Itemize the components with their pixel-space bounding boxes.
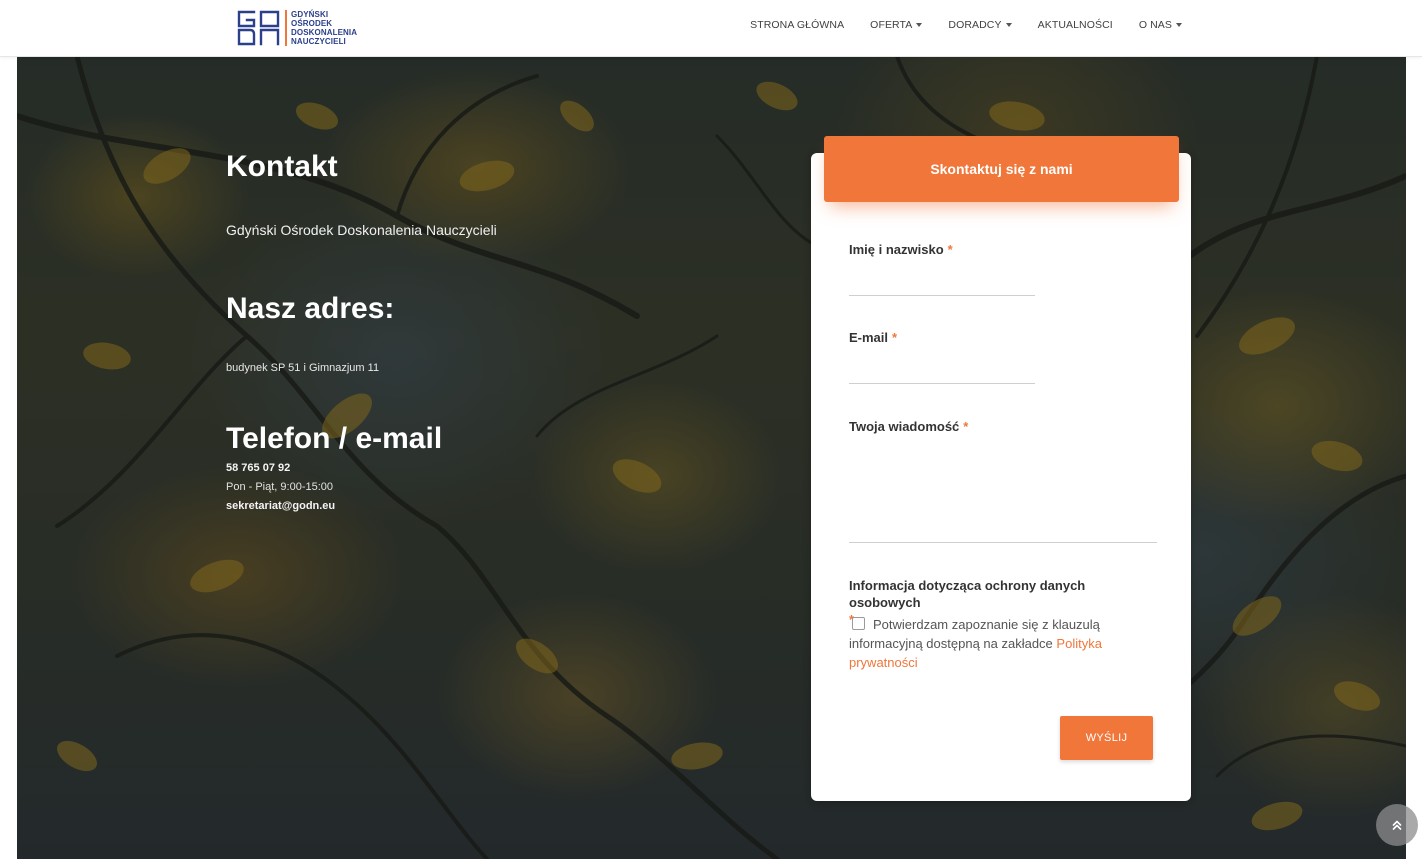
name-label-text: Imię i nazwisko: [849, 242, 944, 257]
required-marker: *: [963, 419, 969, 434]
message-textarea[interactable]: [849, 452, 1157, 543]
logo-line-1: GDYŃSKI: [291, 10, 329, 19]
logo-wordmark: GDYŃSKI OŚRODEK DOSKONALENIA NAUCZYCIELI: [291, 10, 357, 46]
nav-item-label: DORADCY: [948, 19, 1002, 31]
logo-line-4: NAUCZYCIELI: [291, 37, 346, 46]
consent-checkbox[interactable]: [852, 617, 865, 630]
page-title: Kontakt: [226, 150, 338, 183]
caret-down-icon: [916, 23, 923, 27]
address-line: budynek SP 51 i Gimnazjum 11: [226, 362, 380, 374]
privacy-consent: Potwierdzam zapoznanie się z klauzulą in…: [849, 615, 1149, 672]
double-chevron-up-icon: [1392, 820, 1402, 830]
main-menu: STRONA GŁÓWNA OFERTA DORADCY AKTUALNOŚCI…: [724, 19, 1182, 31]
nav-item-about[interactable]: O NAS: [1139, 19, 1182, 31]
message-label-text: Twoja wiadomość: [849, 419, 960, 434]
nav-item-news[interactable]: AKTUALNOŚCI: [1038, 19, 1113, 31]
nav-item-label: OFERTA: [870, 19, 913, 31]
nav-item-label: AKTUALNOŚCI: [1037, 19, 1113, 31]
submit-button[interactable]: WYŚLIJ: [1060, 716, 1153, 760]
scroll-to-top-button[interactable]: [1376, 804, 1418, 846]
email-field-label: E-mail *: [849, 330, 897, 345]
opening-hours: Pon - Piąt, 9:00-15:00: [226, 481, 334, 493]
logo-line-2: OŚRODEK: [291, 19, 333, 28]
nav-item-home[interactable]: STRONA GŁÓWNA: [750, 19, 844, 31]
caret-down-icon: [1176, 23, 1182, 27]
name-input[interactable]: [849, 267, 1035, 296]
address-heading: Nasz adres:: [226, 292, 395, 325]
email-label-text: E-mail: [849, 330, 889, 345]
top-navbar: GDYŃSKI OŚRODEK DOSKONALENIA NAUCZYCIELI…: [0, 0, 1422, 57]
phone-email-heading: Telefon / e-mail: [226, 422, 443, 455]
required-marker: *: [947, 242, 953, 257]
name-field-label: Imię i nazwisko *: [849, 242, 953, 257]
godn-monogram-icon: [237, 10, 280, 46]
nav-item-advisors[interactable]: DORADCY: [948, 19, 1012, 31]
contact-form-title: Skontaktuj się z nami: [824, 136, 1179, 202]
nav-item-label: O NAS: [1138, 19, 1172, 31]
logo-divider: [285, 10, 287, 46]
site-logo[interactable]: GDYŃSKI OŚRODEK DOSKONALENIA NAUCZYCIELI: [236, 9, 357, 47]
caret-down-icon: [1005, 23, 1012, 27]
message-field-label: Twoja wiadomość *: [849, 419, 968, 434]
required-marker: *: [892, 330, 898, 345]
phone-number[interactable]: 58 765 07 92: [226, 462, 290, 474]
email-link[interactable]: sekretariat@godn.eu: [226, 500, 335, 512]
logo-line-3: DOSKONALENIA: [291, 28, 358, 37]
nav-item-label: STRONA GŁÓWNA: [750, 19, 845, 31]
nav-item-offer[interactable]: OFERTA: [870, 19, 923, 31]
email-input[interactable]: [849, 355, 1035, 384]
privacy-label-text: Informacja dotycząca ochrony danych osob…: [849, 578, 1086, 610]
organization-name: Gdyński Ośrodek Doskonalenia Nauczycieli: [226, 222, 497, 238]
